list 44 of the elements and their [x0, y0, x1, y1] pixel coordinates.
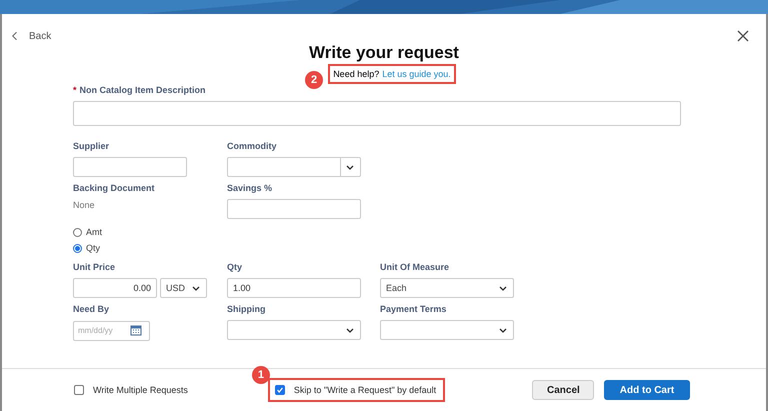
caret-icon — [346, 328, 354, 332]
checkbox-option[interactable]: Write Multiple Requests — [74, 385, 188, 395]
field-label: Need By — [73, 303, 110, 315]
dropdown[interactable] — [227, 320, 361, 340]
currency-dropdown[interactable]: USD — [160, 278, 207, 298]
dialog-title: Write your request — [308, 42, 460, 64]
dropdown[interactable]: Each — [380, 278, 514, 298]
field-label: Qty — [227, 261, 244, 273]
add-to-cart-button[interactable]: Add to Cart — [604, 380, 690, 400]
required-mark: * — [73, 85, 77, 95]
field-label: Shipping — [227, 303, 266, 315]
back-button[interactable]: Back — [12, 30, 52, 42]
close-icon[interactable] — [737, 30, 749, 42]
check-icon — [276, 386, 284, 394]
callout-badge: 2 — [305, 71, 323, 89]
price-field[interactable]: 0.00 — [73, 278, 157, 298]
dropdown[interactable] — [227, 157, 361, 177]
field-label: Savings % — [227, 182, 274, 194]
caret-icon — [346, 164, 354, 170]
input-field[interactable] — [73, 157, 187, 177]
radio-option[interactable]: Amt — [73, 224, 227, 240]
help-text: Need help? — [333, 69, 380, 79]
calendar-icon[interactable] — [130, 324, 142, 336]
dropdown[interactable] — [380, 320, 514, 340]
input-field[interactable]: 1.00 — [227, 278, 361, 298]
field-label: * Non Catalog Item Description — [73, 84, 207, 96]
field-value: None — [73, 200, 96, 210]
field-label: Payment Terms — [380, 303, 448, 315]
date-field[interactable]: mm/dd/yy — [73, 320, 150, 340]
caret-icon — [192, 286, 200, 290]
caret-icon — [499, 286, 507, 290]
input-field[interactable] — [227, 199, 361, 219]
field-label: Backing Document — [73, 182, 156, 194]
field-label: Unit Price — [73, 261, 116, 273]
callout-badge: 1 — [252, 366, 270, 384]
caret-icon — [499, 328, 507, 332]
field-label: Supplier — [73, 140, 110, 152]
guide-link[interactable]: Let us guide you. — [382, 69, 451, 79]
cancel-button[interactable]: Cancel — [532, 380, 594, 400]
field-label: Commodity — [227, 140, 278, 152]
radio-option[interactable]: Qty — [73, 240, 227, 256]
field-label: Unit Of Measure — [380, 261, 450, 273]
description-field[interactable] — [73, 101, 681, 126]
chevron-left-icon — [12, 31, 18, 41]
